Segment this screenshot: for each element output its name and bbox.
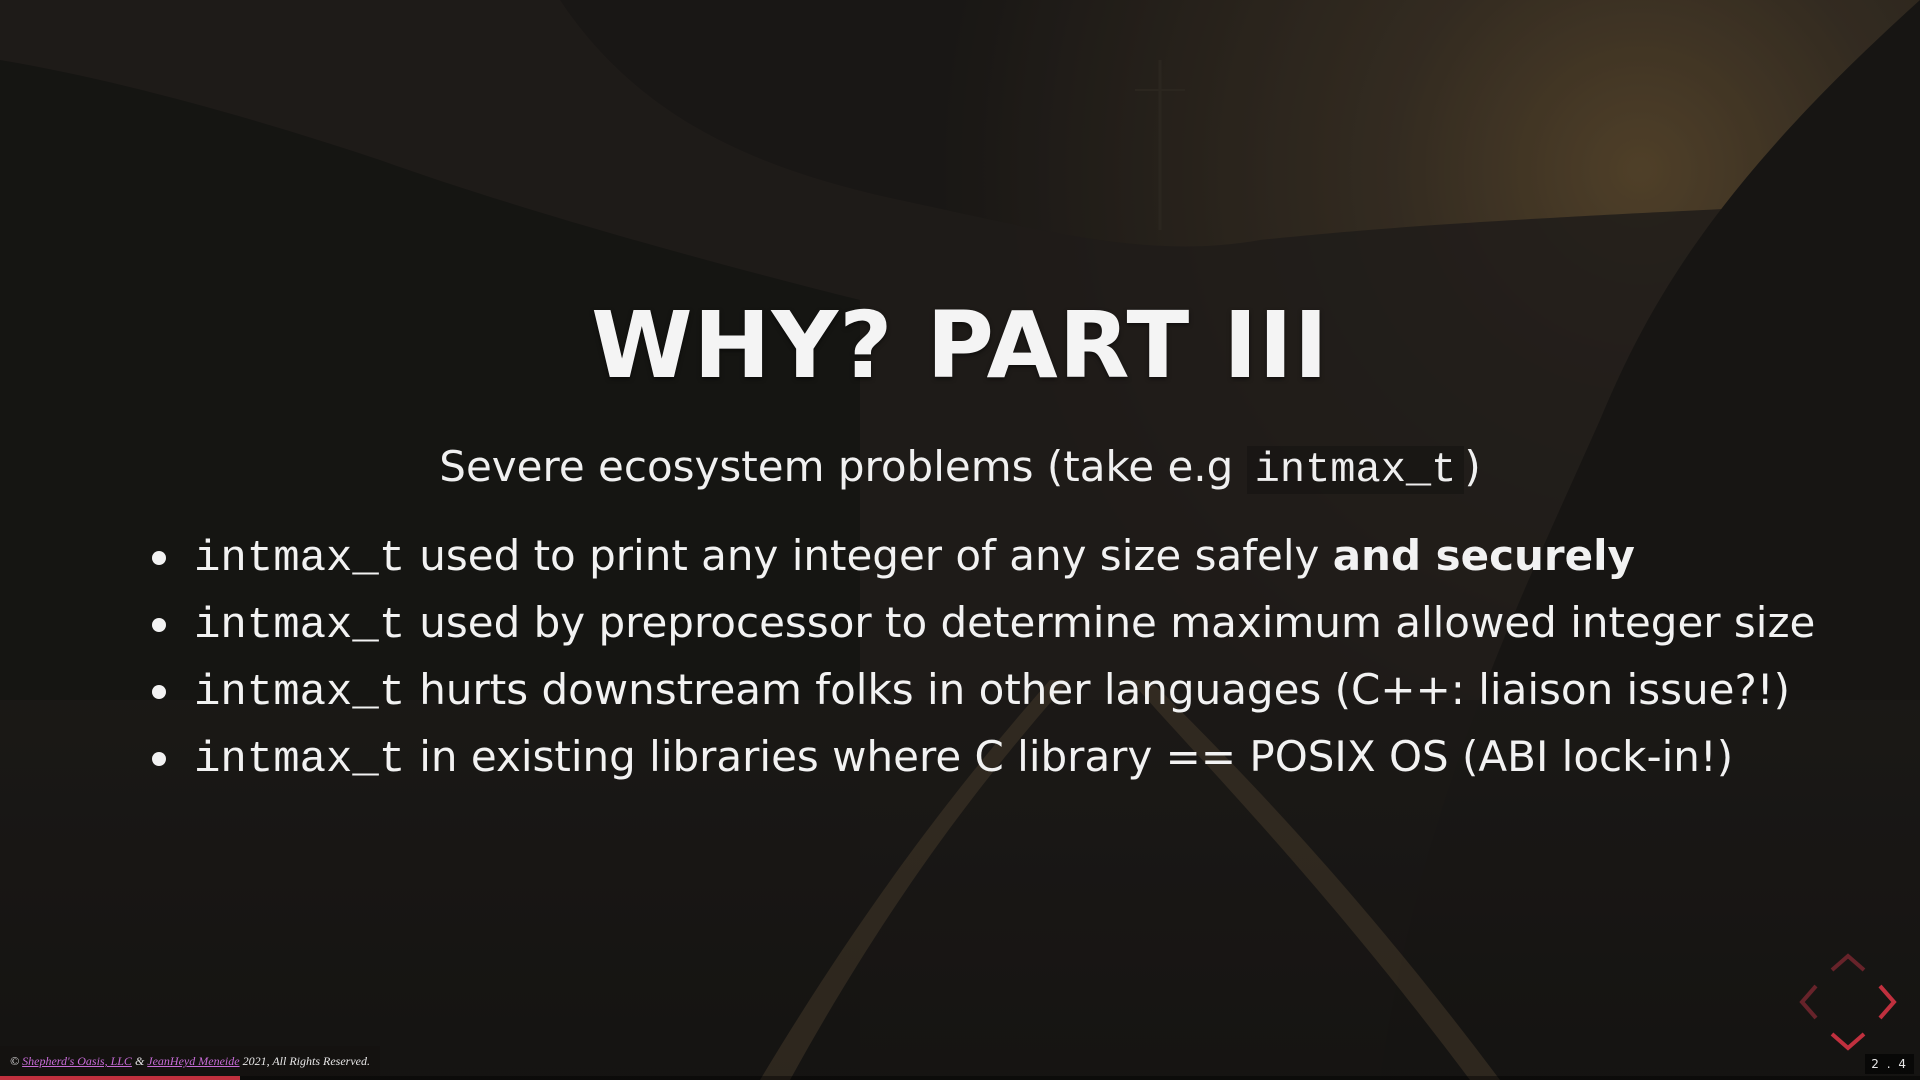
subtitle-suffix: )	[1464, 442, 1481, 491]
bullet-list: intmax_t used to print any integer of any…	[150, 524, 1815, 792]
bullet-text: used to print any integer of any size sa…	[419, 531, 1333, 580]
shepherds-oasis-link[interactable]: Shepherd's Oasis, LLC	[22, 1054, 132, 1068]
progress-bar	[0, 1076, 1920, 1080]
bullet-text: used by preprocessor to determine maximu…	[419, 598, 1816, 647]
bullet-code: intmax_t	[194, 601, 406, 651]
bullet-dot-icon	[152, 551, 166, 565]
chevron-down-icon[interactable]	[1828, 1030, 1868, 1052]
subtitle-code: intmax_t	[1246, 446, 1465, 494]
bullet-item: intmax_t used by preprocessor to determin…	[150, 591, 1815, 658]
bullet-code: intmax_t	[194, 668, 406, 718]
bullet-text: hurts downstream folks in other language…	[419, 665, 1790, 714]
bullet-code: intmax_t	[194, 534, 406, 584]
slide-title: WHY? PART III	[591, 292, 1329, 399]
subtitle-text: Severe ecosystem problems (take e.g	[439, 442, 1247, 491]
chevron-up-icon[interactable]	[1828, 952, 1868, 974]
chevron-left-icon[interactable]	[1798, 982, 1820, 1022]
bullet-dot-icon	[152, 752, 166, 766]
bullet-code: intmax_t	[194, 735, 406, 785]
bullet-text: in existing libraries where C library ==…	[419, 732, 1734, 781]
copyright-footer: © Shepherd's Oasis, LLC & JeanHeyd Menei…	[0, 1046, 380, 1076]
footer-rights-text: 2021, All Rights Reserved.	[242, 1054, 370, 1068]
footer-ampersand: &	[134, 1054, 145, 1068]
chevron-right-icon[interactable]	[1876, 982, 1898, 1022]
bullet-item: intmax_t used to print any integer of any…	[150, 524, 1815, 591]
slide-subtitle: Severe ecosystem problems (take e.g intm…	[0, 440, 1920, 497]
bullet-dot-icon	[152, 685, 166, 699]
copyright-symbol: ©	[10, 1054, 20, 1068]
bullet-bold-text: and securely	[1332, 531, 1635, 580]
progress-bar-fill	[0, 1076, 240, 1080]
bullet-item: intmax_t hurts downstream folks in other …	[150, 658, 1815, 725]
author-link[interactable]: JeanHeyd Meneide	[147, 1054, 239, 1068]
presentation-slide: WHY? PART III Severe ecosystem problems …	[0, 0, 1920, 1080]
slide-number: 2 . 4	[1865, 1054, 1914, 1074]
slide-navigation	[1798, 952, 1898, 1052]
bullet-dot-icon	[152, 618, 166, 632]
bullet-item: intmax_t in existing libraries where C li…	[150, 725, 1815, 792]
